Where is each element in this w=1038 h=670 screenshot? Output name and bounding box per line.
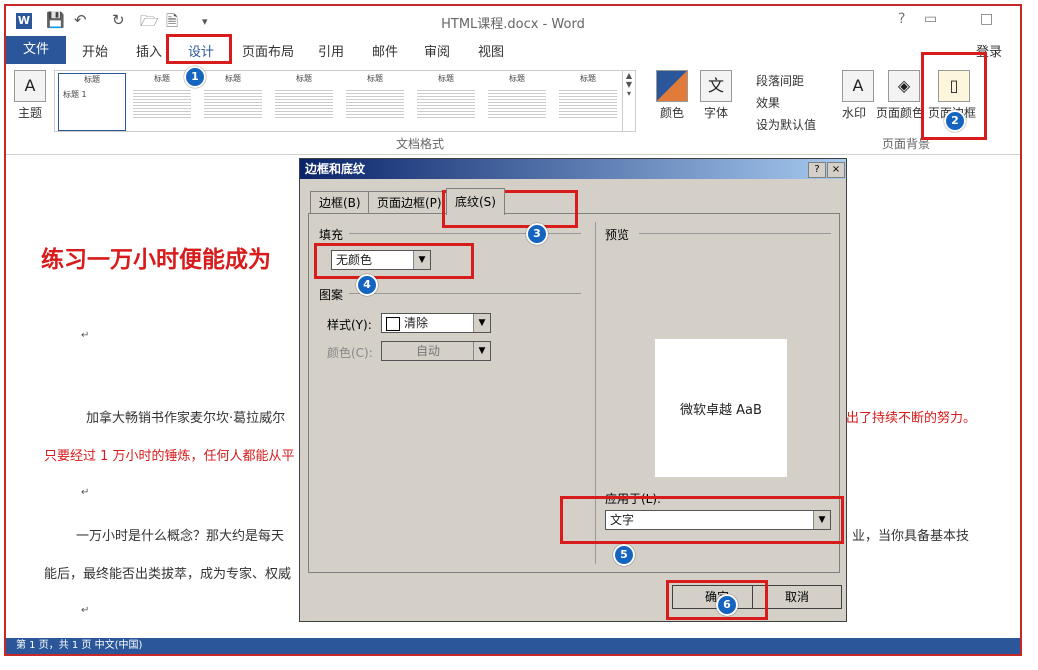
tab-home[interactable]: 开始 bbox=[82, 41, 108, 60]
page-color-button[interactable]: 页面颜色 bbox=[876, 104, 924, 121]
style-label: 样式(Y): bbox=[327, 318, 372, 332]
pattern-style-select[interactable]: 清除 ▼ bbox=[381, 313, 491, 333]
doc-paragraph: 一万小时是什么概念？那大约是每天 bbox=[76, 529, 285, 544]
style-set-item[interactable]: 标题 标题 1 bbox=[58, 73, 126, 131]
chevron-down-icon: ▼ bbox=[473, 314, 490, 332]
step-badge-2: 2 bbox=[944, 110, 966, 132]
step-badge-5: 5 bbox=[613, 544, 635, 566]
window-title: HTML课程.docx - Word bbox=[441, 17, 585, 32]
doc-paragraph: 出了持续不断的努力。 bbox=[846, 411, 977, 426]
dialog-close-button[interactable]: × bbox=[827, 162, 845, 178]
tab-review[interactable]: 审阅 bbox=[424, 41, 450, 60]
tab-borders[interactable]: 边框(B) bbox=[310, 191, 370, 214]
maximize-button[interactable]: □ bbox=[980, 11, 993, 27]
doc-format-group-label: 文档格式 bbox=[396, 137, 445, 151]
gallery-scroll[interactable]: ▲ ▼ ▾ bbox=[622, 71, 635, 131]
paragraph-mark: ↵ bbox=[81, 605, 90, 616]
highlight-apply-to bbox=[560, 496, 844, 544]
status-bar: 第 1 页，共 1 页 中文(中国) bbox=[6, 638, 1020, 654]
highlight-fill-select bbox=[314, 243, 474, 279]
help-button[interactable]: ? bbox=[898, 11, 905, 27]
tab-insert[interactable]: 插入 bbox=[136, 41, 162, 60]
preview-label: 预览 bbox=[605, 228, 630, 242]
title-bar: W 💾 ↶ ↻ 🗁 🗎 ▾ HTML课程.docx - Word ? ▭ □ bbox=[6, 6, 1020, 36]
tab-mailings[interactable]: 邮件 bbox=[372, 41, 398, 60]
preview-sample-text: 微软卓越 AaB bbox=[680, 403, 762, 418]
pattern-color-label: 颜色(C): bbox=[327, 346, 373, 360]
dialog-help-button[interactable]: ? bbox=[808, 162, 826, 178]
colors-icon[interactable] bbox=[656, 70, 688, 102]
page-color-icon[interactable]: ◈ bbox=[888, 70, 920, 102]
doc-paragraph: 只要经过 1 万小时的锤炼，任何人都能从平 bbox=[44, 449, 295, 464]
paragraph-spacing-button[interactable]: 段落间距 bbox=[756, 72, 804, 89]
doc-paragraph: 加拿大畅销书作家麦尔坎·葛拉威尔 bbox=[86, 411, 286, 426]
style-set-item[interactable]: 标题 bbox=[342, 73, 408, 129]
pattern-label: 图案 bbox=[319, 288, 344, 302]
color-swatch bbox=[386, 316, 400, 331]
fonts-icon[interactable]: 文 bbox=[700, 70, 732, 102]
doc-paragraph: 能后，最终能否出类拔萃，成为专家、权威 bbox=[44, 567, 292, 582]
tab-shading[interactable]: 底纹(S) bbox=[446, 188, 505, 215]
paragraph-mark: ↵ bbox=[81, 487, 90, 498]
step-badge-3: 3 bbox=[526, 223, 548, 245]
step-badge-6: 6 bbox=[716, 594, 738, 616]
highlight-design-tab bbox=[166, 34, 232, 64]
style-set-item[interactable]: 标题 bbox=[555, 73, 621, 129]
theme-icon[interactable]: A bbox=[14, 70, 46, 102]
pattern-color-select: 自动 ▼ bbox=[381, 341, 491, 361]
style-set-item[interactable]: 标题 bbox=[200, 73, 266, 129]
tab-view[interactable]: 视图 bbox=[478, 41, 504, 60]
doc-paragraph: 业，当你具备基本技 bbox=[852, 529, 970, 544]
ribbon-display-button[interactable]: ▭ bbox=[924, 11, 937, 27]
style-set-gallery: 标题 标题 1 标题 标题 标题 标题 标题 标题 标题 ▲ ▼ ▾ bbox=[54, 70, 636, 132]
set-default-button[interactable]: 设为默认值 bbox=[756, 116, 816, 133]
fonts-button[interactable]: 字体 bbox=[704, 104, 728, 121]
tab-references[interactable]: 引用 bbox=[318, 41, 344, 60]
tab-page-border[interactable]: 页面边框(P) bbox=[368, 191, 451, 214]
theme-button[interactable]: 主题 bbox=[18, 104, 42, 121]
step-badge-4: 4 bbox=[356, 274, 378, 296]
style-set-item[interactable]: 标题 bbox=[413, 73, 479, 129]
ribbon-design: A 主题 标题 标题 1 标题 标题 标题 标题 标题 标题 标题 ▲ ▼ ▾ … bbox=[6, 64, 1020, 155]
paragraph-mark: ↵ bbox=[81, 330, 90, 341]
tab-file[interactable]: 文件 bbox=[6, 36, 66, 64]
tab-layout[interactable]: 页面布局 bbox=[242, 41, 294, 60]
style-set-item[interactable]: 标题 bbox=[484, 73, 550, 129]
doc-heading: 练习一万小时便能成为 bbox=[41, 246, 271, 273]
watermark-button[interactable]: 水印 bbox=[842, 104, 866, 121]
dialog-title: 边框和底纹 bbox=[300, 159, 846, 179]
colors-button[interactable]: 颜色 bbox=[660, 104, 684, 121]
fill-label: 填充 bbox=[319, 228, 344, 242]
preview-pane: 微软卓越 AaB bbox=[655, 339, 787, 477]
step-badge-1: 1 bbox=[184, 66, 206, 88]
watermark-icon[interactable]: A bbox=[842, 70, 874, 102]
effects-button[interactable]: 效果 bbox=[756, 94, 780, 111]
ribbon-tabs: 文件 开始 插入 设计 页面布局 引用 邮件 审阅 视图 登录 bbox=[6, 36, 1020, 65]
chevron-down-icon: ▼ bbox=[473, 342, 490, 360]
style-set-item[interactable]: 标题 bbox=[271, 73, 337, 129]
